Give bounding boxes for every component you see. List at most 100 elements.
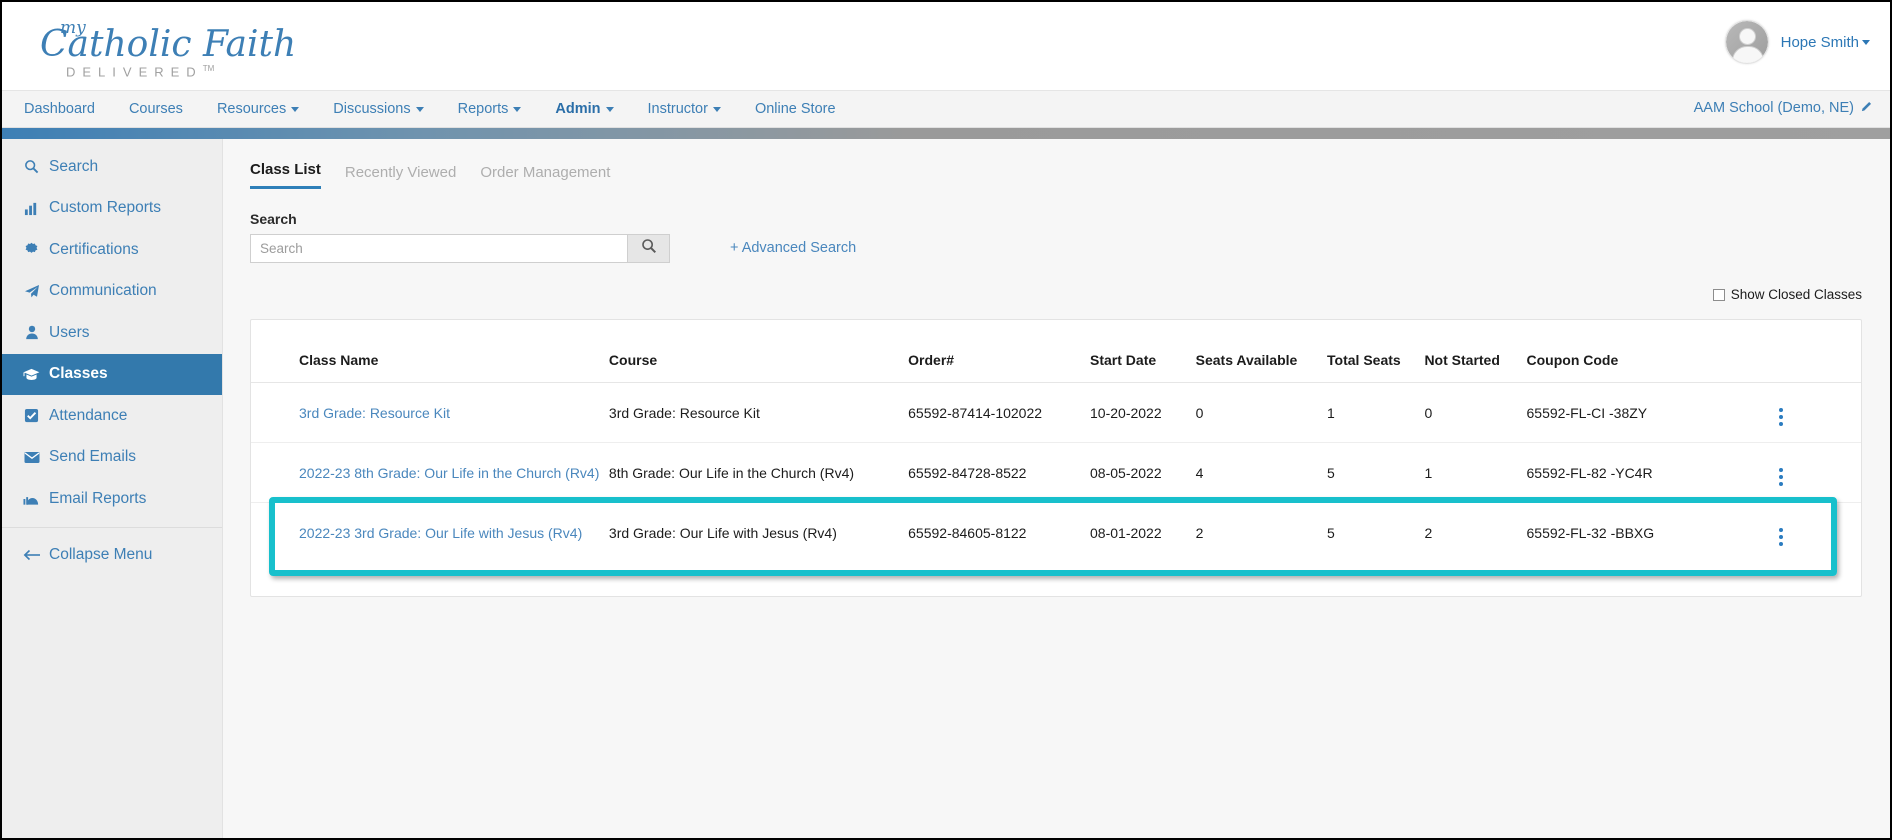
cell-order: 65592-87414-102022 [908,382,1091,443]
cell-seats-available: 2 [1195,524,1204,541]
nav-item-resources[interactable]: Resources [216,101,300,117]
class-name-link[interactable]: 2022-23 3rd Grade: Our Life with Jesus (… [299,525,582,541]
graduation-cap-icon [22,367,41,382]
th-class-name[interactable]: Class Name [251,346,609,383]
search-row: + Advanced Search [250,234,1890,263]
tab-label: Class List [250,161,321,178]
tab-recently-viewed[interactable]: Recently Viewed [345,164,456,189]
th-total-seats[interactable]: Total Seats [1327,346,1425,383]
sidebar-item-certifications[interactable]: Certifications [2,229,222,271]
cell-class-name: 2022-23 8th Grade: Our Life in the Churc… [251,442,609,503]
sidebar: Search Custom Reports Certifications Com… [2,139,223,838]
sidebar-item-communication[interactable]: Communication [2,271,222,313]
th-order[interactable]: Order# [908,346,1091,383]
th-not-started[interactable]: Not Started [1424,346,1527,383]
logo-main-text: Catholic Faith [40,24,297,65]
sidebar-item-custom-reports[interactable]: Custom Reports [2,188,222,230]
logo-subtitle-text: DELIVERED [66,64,203,80]
cell-seats-available: 0 [1195,382,1328,443]
chevron-down-icon [415,106,424,112]
th-seats-available[interactable]: Seats Available [1195,346,1328,383]
table-row[interactable]: 2022-23 3rd Grade: Our Life with Jesus (… [251,503,1861,563]
cell-order: 65592-84728-8522 [908,442,1091,503]
cell-order: 65592-84605-8122 [908,524,1027,541]
tab-order-management[interactable]: Order Management [480,164,610,189]
class-name-link[interactable]: 3rd Grade: Resource Kit [299,405,450,421]
cell-coupon-code: 65592-FL-CI -38ZY [1526,382,1779,443]
th-coupon-code[interactable]: Coupon Code [1526,346,1779,383]
avatar [1724,20,1769,64]
cell-coupon-code: 65592-FL-82 -YC4R [1526,442,1779,503]
pencil-icon[interactable] [1859,101,1872,118]
search-button[interactable] [627,234,670,263]
nav-item-instructor[interactable]: Instructor [648,101,721,117]
chevron-down-icon [712,106,721,112]
cell-actions [1778,382,1861,443]
brand-logo[interactable]: my Catholic Faith DELIVEREDTM [32,16,296,80]
tab-label: Recently Viewed [344,164,457,181]
th-start-date[interactable]: Start Date [1090,346,1196,383]
magnifier-icon [641,238,657,259]
nav-item-online-store[interactable]: Online Store [755,101,836,117]
checkbox-checked-icon [22,408,41,423]
envelope-icon [22,451,41,464]
cell-class-name: 2022-23 3rd Grade: Our Life with Jesus (… [251,503,609,563]
th-actions [1778,346,1861,383]
sidebar-item-email-reports[interactable]: Email Reports [2,478,222,520]
nav-item-admin[interactable]: Admin [555,101,614,117]
app-window: my Catholic Faith DELIVEREDTM Hope Smith… [0,0,1892,840]
advanced-search-link[interactable]: + Advanced Search [730,240,856,256]
cell-actions [1778,442,1861,503]
cell-actions [1778,503,1861,563]
avatar-background [1725,21,1768,63]
kebab-menu-icon[interactable] [1778,408,1783,426]
table-row[interactable]: 2022-23 8th Grade: Our Life in the Churc… [251,442,1861,503]
search-input[interactable] [250,234,627,263]
logo-trademark: TM [202,64,215,73]
sidebar-item-send-emails[interactable]: Send Emails [2,437,222,479]
chevron-down-icon [513,106,522,112]
main-content: Class List Recently Viewed Order Managem… [223,139,1890,838]
nav-item-dashboard[interactable]: Dashboard [24,101,95,117]
sidebar-item-collapse-menu[interactable]: Collapse Menu [2,535,222,577]
cell-start-date: 08-01-2022 [1090,524,1162,541]
show-closed-classes-checkbox[interactable] [1712,288,1725,301]
sidebar-divider [2,526,222,528]
nav-item-courses[interactable]: Courses [129,101,183,117]
nav-label: Dashboard [24,101,95,117]
sidebar-item-users[interactable]: Users [2,312,222,354]
cell-not-started: 1 [1424,442,1527,503]
cell-not-started: 2 [1424,524,1433,541]
th-course[interactable]: Course [608,346,909,383]
kebab-menu-icon[interactable] [1778,528,1783,546]
nav-label: Resources [216,101,287,117]
sidebar-item-search[interactable]: Search [2,146,222,188]
nav-label: Courses [128,101,183,117]
sidebar-item-label: Communication [49,282,157,300]
school-selector[interactable]: AAM School (Demo, NE) [1694,100,1872,118]
main-navigation: Dashboard Courses Resources Discussions … [2,90,1890,128]
nav-item-discussions[interactable]: Discussions [333,101,424,117]
user-menu[interactable]: Hope Smith [1724,20,1870,64]
class-name-link[interactable]: 2022-23 8th Grade: Our Life in the Churc… [299,465,599,481]
class-list-table: Class Name Course Order# Start Date Seat… [251,346,1861,562]
nav-label: Online Store [754,101,836,117]
kebab-menu-icon[interactable] [1778,468,1783,486]
chart-cloud-icon [22,492,41,506]
cell-total-seats: 5 [1327,524,1335,541]
chevron-down-icon [605,106,614,112]
cell-course: 3rd Grade: Resource Kit [608,382,909,443]
show-closed-classes-label: Show Closed Classes [1730,287,1862,302]
tab-class-list[interactable]: Class List [250,161,321,189]
nav-label: Reports [457,101,509,117]
cell-start-date: 10-20-2022 [1090,382,1196,443]
nav-label: Instructor [647,101,708,117]
chevron-down-icon [1862,40,1870,46]
sidebar-item-classes[interactable]: Classes [2,353,222,395]
class-list-card: Class Name Course Order# Start Date Seat… [250,319,1862,597]
cell-total-seats: 1 [1327,382,1425,443]
sidebar-item-attendance[interactable]: Attendance [2,395,222,437]
nav-item-reports[interactable]: Reports [458,101,522,117]
table-row[interactable]: 3rd Grade: Resource Kit 3rd Grade: Resou… [251,382,1861,443]
sidebar-item-label: Email Reports [49,489,147,507]
